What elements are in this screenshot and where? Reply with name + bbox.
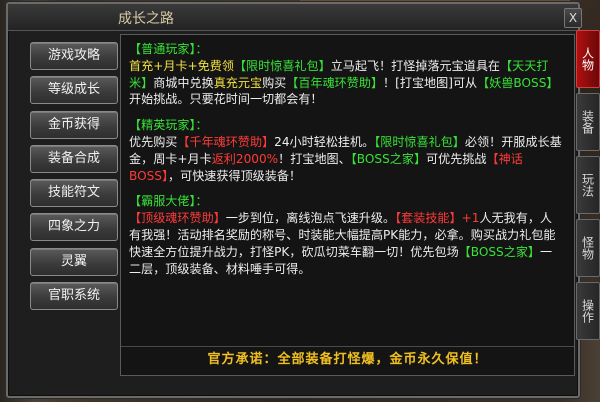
gift-pack-link[interactable]: 【限时惊喜礼包】 [234, 59, 331, 73]
set-skill-link[interactable]: 【套装技能】 [395, 211, 462, 225]
tab-monsters[interactable]: 怪物 [576, 219, 600, 277]
growth-path-panel: 成长之路 X 游戏攻略 等级成长 金币获得 装备合成 技能符文 四象之力 灵翼 … [6, 2, 582, 398]
guide-text: 24小时轻松挂机。 [274, 134, 375, 149]
guide-content: 【普通玩家】： 首充+月卡+免费领【限时惊喜礼包】立马起飞！打怪掉落元宝道具在【… [120, 34, 575, 376]
guide-text: 一步到位，离线泡点飞速升级。 [225, 211, 396, 226]
soul-ring-link[interactable]: 【百年魂环赞助】 [286, 76, 383, 90]
guide-text: 首充+月卡+免费领 [129, 58, 234, 73]
section-whale: 【霸服大佬】： 【顶级魂环赞助】一步到位，离线泡点飞速升级。【套装技能】+1人无… [129, 193, 564, 277]
official-promise: 官方承诺：全部装备打怪爆，金币永久保值！ [121, 346, 574, 375]
menu-item-four-symbols[interactable]: 四象之力 [30, 213, 118, 242]
menu-item-spirit-wings[interactable]: 灵翼 [30, 247, 118, 276]
guide-text: ！[打宝地图]可从 [383, 75, 478, 90]
section-title: 【普通玩家】： [129, 42, 208, 56]
tab-equipment[interactable]: 装备 [576, 93, 600, 151]
tab-gameplay[interactable]: 玩法 [576, 156, 600, 214]
menu-item-gold-earning[interactable]: 金币获得 [30, 110, 118, 139]
section-casual: 【普通玩家】： 首充+月卡+免费领【限时惊喜礼包】立马起飞！打怪掉落元宝道具在【… [129, 41, 564, 108]
tab-controls[interactable]: 操作 [576, 282, 600, 340]
guide-text: ，可快速获得顶级装备！ [168, 168, 302, 183]
menu-item-official-rank[interactable]: 官职系统 [30, 282, 118, 311]
ingot-text: 真充元宝 [213, 75, 263, 90]
guide-text: 立马起飞！打怪掉落元宝道具在 [330, 58, 501, 73]
guide-text: 购买 [262, 75, 287, 90]
section-elite: 【精英玩家】： 优先购买【千年魂环赞助】24小时轻松挂机。【限时惊喜礼包】必领！… [129, 117, 564, 184]
side-tabs: 人物 装备 玩法 怪物 操作 [576, 30, 600, 345]
guide-text: 开始挑战。只要花时间一切都会有！ [129, 92, 323, 107]
bonus-text: +1 [461, 211, 480, 226]
category-menu: 游戏攻略 等级成长 金币获得 装备合成 技能符文 四象之力 灵翼 官职系统 [24, 42, 122, 316]
menu-item-skill-runes[interactable]: 技能符文 [30, 179, 118, 208]
menu-item-equipment-synthesis[interactable]: 装备合成 [30, 144, 118, 173]
section-title: 【霸服大佬】： [129, 194, 208, 209]
panel-titlebar: 成长之路 [8, 4, 578, 31]
menu-item-level-growth[interactable]: 等级成长 [30, 76, 118, 105]
guide-text: 商城中兑换 [153, 75, 214, 90]
guide-text: 优先购买 [129, 134, 178, 149]
boss-home-link[interactable]: 【BOSS之家】 [459, 245, 540, 259]
menu-item-game-guide[interactable]: 游戏攻略 [30, 42, 118, 70]
gift-pack-link[interactable]: 【限时惊喜礼包】 [374, 135, 465, 149]
demon-boss-link[interactable]: 【妖兽BOSS】 [477, 76, 558, 90]
soul-ring-link[interactable]: 【顶级魂环赞助】 [129, 211, 226, 225]
section-title: 【精英玩家】： [129, 118, 208, 133]
panel-title: 成长之路 [118, 11, 174, 27]
rebate-text: 返利2000% [211, 151, 279, 166]
tab-character[interactable]: 人物 [576, 30, 600, 88]
boss-home-link[interactable]: 【BOSS之家】 [351, 152, 426, 166]
soul-ring-link[interactable]: 【千年魂环赞助】 [177, 135, 274, 149]
guide-text: ！打宝地图、 [278, 151, 351, 166]
close-button[interactable]: X [564, 8, 582, 28]
guide-text: 可优先挑战 [426, 151, 487, 166]
